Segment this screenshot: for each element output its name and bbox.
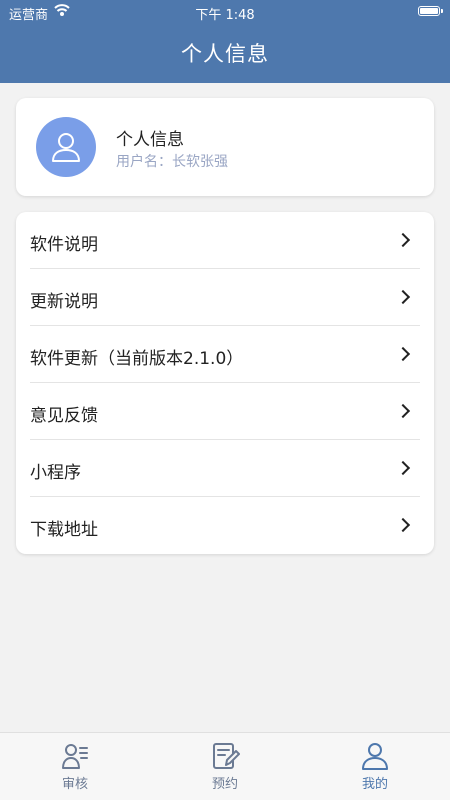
chevron-right-icon (395, 403, 411, 419)
chevron-right-icon (395, 289, 411, 305)
menu-item-label: 软件更新（当前版本2.1.0） (30, 349, 244, 369)
chevron-right-icon (395, 232, 411, 248)
battery-icon (418, 6, 443, 16)
tab-label: 预约 (211, 777, 238, 792)
chevron-right-icon (395, 460, 411, 476)
user-icon (52, 133, 80, 162)
tab-review[interactable]: 审核 (25, 739, 125, 795)
tab-appointment[interactable]: 预约 (175, 739, 275, 795)
profile-username: 用户名：长软张强 (116, 154, 228, 170)
menu-item-software-intro[interactable]: 软件说明 (30, 212, 420, 269)
app-header: 运营商 下午 1:48 个人信息 (0, 0, 450, 83)
status-bar: 运营商 下午 1:48 (0, 0, 450, 24)
tab-bar: 审核 预约 我的 (0, 732, 450, 800)
appointment-icon (213, 743, 240, 769)
menu-item-software-update[interactable]: 软件更新（当前版本2.1.0） (30, 326, 420, 383)
page-title: 个人信息 (181, 42, 269, 66)
chevron-right-icon (395, 346, 411, 362)
status-time: 下午 1:48 (195, 8, 255, 23)
menu-item-label: 下载地址 (30, 520, 98, 540)
menu-item-label: 小程序 (30, 463, 81, 483)
review-icon (62, 744, 88, 769)
menu-item-feedback[interactable]: 意见反馈 (30, 383, 420, 440)
profile-card[interactable]: 个人信息 用户名：长软张强 (16, 98, 434, 196)
menu-item-download-address[interactable]: 下载地址 (30, 497, 420, 554)
tab-mine[interactable]: 我的 (325, 739, 425, 795)
menu-item-mini-program[interactable]: 小程序 (30, 440, 420, 497)
menu-item-update-notes[interactable]: 更新说明 (30, 269, 420, 326)
settings-menu: 软件说明 更新说明 软件更新（当前版本2.1.0） 意见反馈 小程序 下载地址 (16, 212, 434, 554)
chevron-right-icon (395, 517, 411, 533)
avatar (36, 117, 96, 177)
user-icon (362, 743, 388, 770)
menu-item-label: 更新说明 (30, 292, 98, 312)
profile-name: 个人信息 (116, 130, 184, 150)
menu-item-label: 软件说明 (30, 235, 98, 255)
tab-label: 我的 (361, 777, 388, 792)
tab-label: 审核 (61, 777, 88, 792)
menu-item-label: 意见反馈 (30, 406, 98, 426)
